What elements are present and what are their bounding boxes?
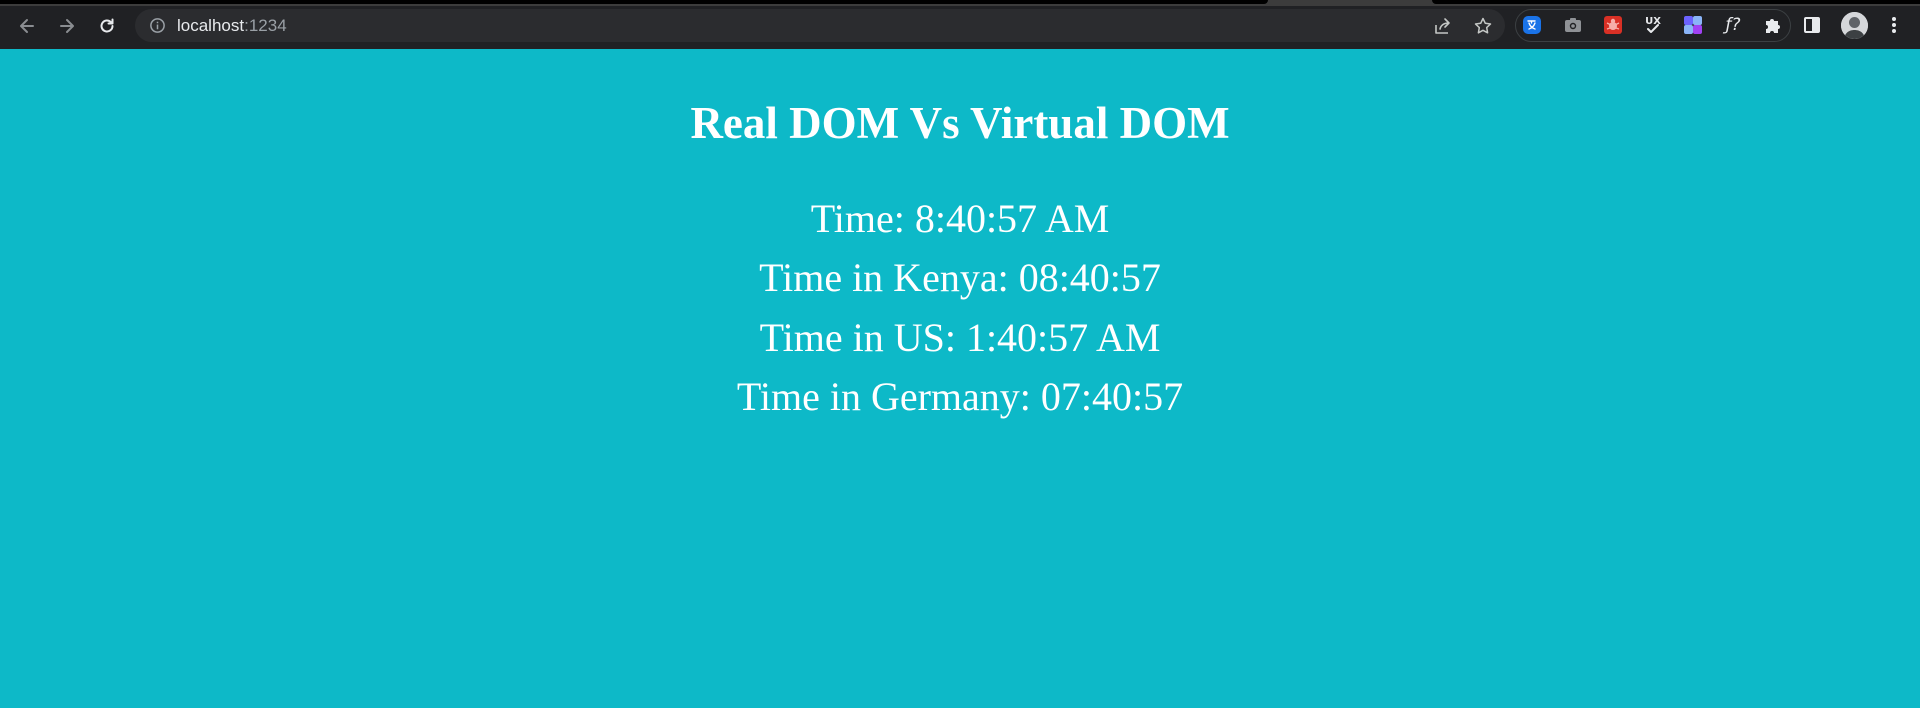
page-title: Real DOM Vs Virtual DOM xyxy=(690,98,1230,148)
font-question-icon: ƒ? xyxy=(1725,15,1741,35)
time-germany: Time in Germany: 07:40:57 xyxy=(736,374,1184,419)
avatar-icon xyxy=(1841,12,1868,39)
share-icon xyxy=(1435,18,1450,34)
puzzle-icon xyxy=(1766,19,1780,33)
browser-toolbar: localhost:1234 UX ƒ? xyxy=(0,0,1920,49)
tab-strip xyxy=(0,0,1920,6)
grid-extension-icon xyxy=(1684,16,1702,34)
reload-button[interactable] xyxy=(93,12,121,40)
tab-strip-segment xyxy=(0,0,1268,4)
extension-ux-check[interactable]: UX xyxy=(1642,14,1664,36)
time-us: Time in US: 1:40:57 AM xyxy=(759,315,1161,360)
side-panel-icon xyxy=(1804,17,1820,33)
arrow-left-icon xyxy=(20,19,34,33)
star-icon xyxy=(1474,17,1492,34)
tab-strip-segment xyxy=(1432,0,1920,4)
extension-font-identify[interactable]: ƒ? xyxy=(1722,14,1744,36)
extension-screenshot[interactable] xyxy=(1562,14,1584,36)
extension-translate[interactable] xyxy=(1521,14,1543,36)
reload-icon xyxy=(100,18,114,33)
kebab-menu-icon xyxy=(1892,17,1896,33)
profile-avatar[interactable] xyxy=(1841,12,1868,39)
time-kenya: Time in Kenya: 08:40:57 xyxy=(759,255,1161,300)
extensions-button[interactable] xyxy=(1762,14,1784,36)
bug-extension-icon xyxy=(1604,16,1622,34)
time-local: Time: 8:40:57 AM xyxy=(810,196,1110,241)
share-button[interactable] xyxy=(1432,15,1454,37)
info-icon[interactable] xyxy=(149,17,166,34)
url-port: :1234 xyxy=(244,16,287,35)
translate-extension-icon xyxy=(1523,16,1541,34)
url-host: localhost xyxy=(177,16,245,35)
ux-check-icon: UX xyxy=(1645,16,1661,33)
page-content: Real DOM Vs Virtual DOM Time: 8:40:57 AM… xyxy=(0,49,1920,708)
arrow-right-icon xyxy=(60,19,74,33)
extension-bug[interactable] xyxy=(1602,14,1624,36)
extension-color-grid[interactable] xyxy=(1682,14,1704,36)
address-bar[interactable]: localhost:1234 xyxy=(135,9,1505,42)
url-text[interactable]: localhost:1234 xyxy=(177,15,287,36)
bookmark-button[interactable] xyxy=(1472,15,1494,37)
browser-menu-button[interactable] xyxy=(1883,14,1905,36)
forward-button[interactable] xyxy=(53,12,81,40)
side-panel-button[interactable] xyxy=(1801,14,1823,36)
camera-icon xyxy=(1565,18,1581,32)
back-button[interactable] xyxy=(13,12,41,40)
